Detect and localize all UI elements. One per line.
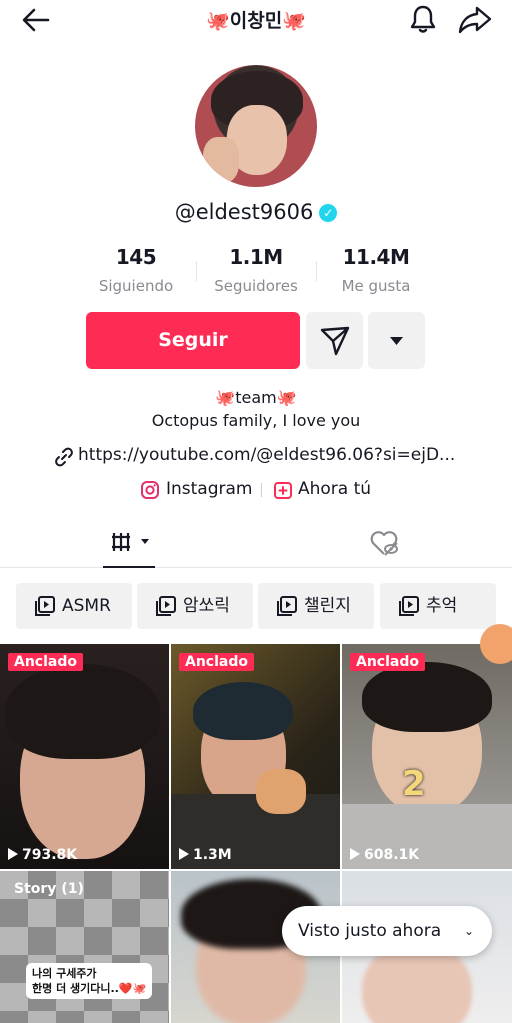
message-button[interactable] xyxy=(306,312,363,369)
tab-videos[interactable] xyxy=(103,520,155,568)
social-divider xyxy=(261,483,262,497)
stat-likes[interactable]: 11.4M Me gusta xyxy=(316,245,436,295)
more-options-button[interactable] xyxy=(368,312,425,369)
username-text: @eldest9606 xyxy=(174,200,314,224)
video-tile[interactable]: Anclado 793.8K xyxy=(0,644,169,869)
bio-line-1: 🐙team🐙 xyxy=(215,388,297,407)
social-links: Instagram Ahora tú xyxy=(140,478,380,502)
ahora-tu-link[interactable]: Ahora tú xyxy=(298,479,371,499)
bio-line-2: Octopus family, I love you xyxy=(151,411,361,430)
bio-link[interactable]: https://youtube.com/@eldest96.06?si=ejD.… xyxy=(54,445,474,469)
grid-icon xyxy=(112,533,149,551)
avatar-hand xyxy=(203,137,239,183)
video-grid: Anclado 793.8K Anclado 1.3M 2 Anclado 60… xyxy=(0,644,512,1023)
bio-link-text: https://youtube.com/@eldest96.06?si=ejD.… xyxy=(78,445,456,465)
avatar[interactable] xyxy=(195,65,317,187)
overlay-number: 2 xyxy=(402,764,426,804)
view-count: 608.1K xyxy=(350,847,419,863)
view-count-text: 793.8K xyxy=(22,847,78,863)
stat-label: Me gusta xyxy=(341,277,411,295)
instagram-icon xyxy=(141,481,159,499)
pinned-badge: Anclado xyxy=(8,653,83,671)
stat-value: 11.4M xyxy=(342,245,410,269)
playlist-icon xyxy=(156,596,176,616)
story-caption: 나의 구세주가 한명 더 생기다니..❤️🐙 xyxy=(26,963,153,999)
story-caption-line: 한명 더 생기다니..❤️🐙 xyxy=(32,982,147,995)
playlist-chip[interactable]: ASMR xyxy=(16,583,132,629)
playlist-icon xyxy=(277,596,297,616)
playlist-chip[interactable]: 추억 xyxy=(380,583,496,629)
story-tile[interactable]: Story (1) 나의 구세주가 한명 더 생기다니..❤️🐙 xyxy=(0,871,169,1023)
playlist-label: 챌린지 xyxy=(304,596,351,616)
bell-icon[interactable] xyxy=(408,4,438,34)
share-icon[interactable] xyxy=(458,4,492,34)
view-count-text: 608.1K xyxy=(364,847,420,863)
pinned-badge: Anclado xyxy=(179,653,254,671)
playlist-label: 추억 xyxy=(426,596,458,616)
video-tile[interactable]: Anclado 1.3M xyxy=(171,644,340,869)
instagram-link[interactable]: Instagram xyxy=(166,479,253,499)
playlist-icon xyxy=(399,596,419,616)
liked-hidden-icon[interactable] xyxy=(368,528,400,558)
video-tile[interactable]: 2 Anclado 608.1K xyxy=(342,644,512,869)
seen-just-now-toast[interactable]: Visto justo ahora ⌄ xyxy=(282,906,492,956)
stat-followers[interactable]: 1.1M Seguidores xyxy=(196,245,316,295)
view-count: 1.3M xyxy=(179,847,232,863)
stat-label: Siguiendo xyxy=(98,277,174,295)
story-caption-line: 나의 구세주가 xyxy=(32,967,97,980)
playlist-chip[interactable]: 챌린지 xyxy=(258,583,374,629)
chevron-down-icon xyxy=(390,337,403,345)
send-icon xyxy=(320,326,350,356)
view-count-text: 1.3M xyxy=(193,847,232,863)
playlist-label: 암쏘릭 xyxy=(183,596,230,616)
video-thumbnail-hair xyxy=(193,682,293,740)
link-icon xyxy=(55,447,73,467)
stat-value: 1.1M xyxy=(229,245,283,269)
video-thumbnail-hair xyxy=(362,662,492,732)
add-box-icon xyxy=(274,482,292,499)
toast-label: Visto justo ahora xyxy=(298,921,442,941)
stat-label: Seguidores xyxy=(214,277,298,295)
follow-button[interactable]: Seguir xyxy=(86,312,300,369)
play-icon xyxy=(179,848,189,860)
verified-badge-icon: ✓ xyxy=(319,204,338,222)
playlist-icon xyxy=(35,596,55,616)
username: @eldest9606 ✓ xyxy=(0,200,512,224)
stat-value: 145 xyxy=(115,245,157,269)
play-icon xyxy=(8,848,18,860)
view-count: 793.8K xyxy=(8,847,77,863)
playlist-chip[interactable]: 암쏘릭 xyxy=(137,583,253,629)
profile-tabs xyxy=(0,520,512,568)
playlist-row: ASMR 암쏘릭 챌린지 추억 xyxy=(16,583,496,629)
floating-action-button[interactable] xyxy=(480,624,512,664)
play-icon xyxy=(350,848,360,860)
profile-stats: 145 Siguiendo 1.1M Seguidores 11.4M Me g… xyxy=(76,245,436,301)
top-bar: 🐙이창민🐙 xyxy=(0,0,512,40)
video-thumbnail-hand xyxy=(256,769,306,814)
pinned-badge: Anclado xyxy=(350,653,425,671)
story-label: Story (1) xyxy=(14,881,84,897)
playlist-label: ASMR xyxy=(62,596,111,616)
video-thumbnail-hair xyxy=(5,664,160,759)
stat-following[interactable]: 145 Siguiendo xyxy=(76,245,196,295)
chevron-down-icon: ⌄ xyxy=(463,924,474,938)
